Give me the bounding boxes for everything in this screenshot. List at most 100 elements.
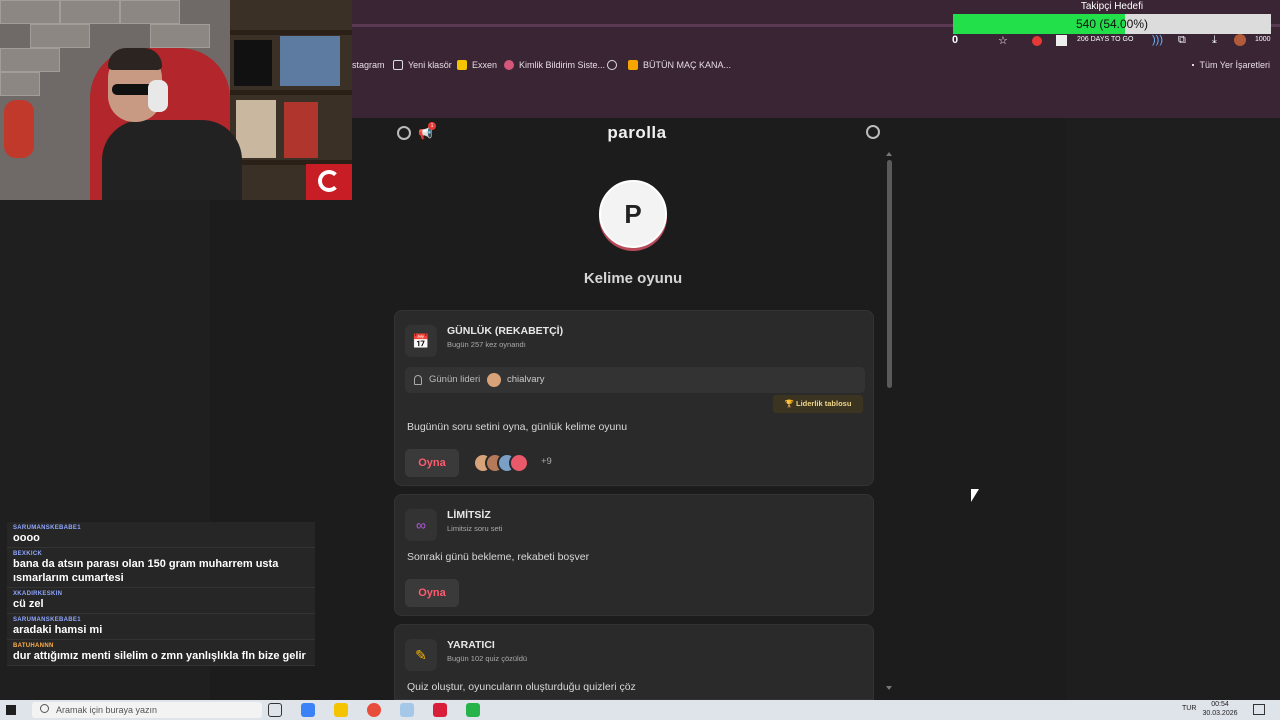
pencil-icon: ✎ xyxy=(405,639,437,671)
flag-crescent-icon xyxy=(318,170,340,192)
user-account-icon[interactable] xyxy=(866,125,880,139)
bookmark-label: Tüm Yer İşaretleri xyxy=(1199,60,1270,70)
bookmark-kimlik[interactable]: Kimlik Bildirim Siste... xyxy=(504,60,605,70)
windows-taskbar: Aramak için buraya yazın TUR 00:54 30.03… xyxy=(0,700,1280,720)
edge-icon[interactable] xyxy=(301,703,315,717)
chat-text: oooo xyxy=(13,532,40,544)
scroll-down-arrow-icon[interactable] xyxy=(886,686,892,690)
follower-goal-bar: 540 (54.00%) xyxy=(953,14,1271,34)
streamer-hair xyxy=(108,48,162,70)
daily-play-button[interactable]: Oyna xyxy=(405,449,459,477)
globe-icon xyxy=(607,60,617,70)
exxen-icon xyxy=(457,60,467,70)
chat-message: BEXKICK bana da atsın parası olan 150 gr… xyxy=(7,548,315,588)
wall-brick xyxy=(0,48,60,72)
star-icon[interactable]: ☆ xyxy=(998,34,1008,47)
task-view-icon[interactable] xyxy=(268,703,282,717)
search-icon xyxy=(40,704,49,713)
daily-leader-label: Günün lideri xyxy=(429,374,481,385)
chat-message: SARUMANSKEBABE1 oooo xyxy=(7,522,315,548)
page-scrollbar[interactable] xyxy=(884,152,894,692)
parolla-logo[interactable]: parolla xyxy=(582,123,692,143)
infinity-icon: ∞ xyxy=(405,509,437,541)
wall-brick xyxy=(0,72,40,96)
page-right-margin xyxy=(1066,118,1280,700)
extension-red-icon[interactable] xyxy=(1032,36,1042,46)
bookmark-mac-kanal[interactable]: BÜTÜN MAÇ KANA... xyxy=(628,60,731,70)
taskbar-search-input[interactable]: Aramak için buraya yazın xyxy=(32,702,262,718)
bookmark-globe[interactable] xyxy=(607,60,617,70)
game-avatar: P xyxy=(599,180,667,248)
scrollbar-thumb[interactable] xyxy=(887,160,892,388)
feather-icon xyxy=(504,60,514,70)
follower-count: 1000 xyxy=(1255,36,1271,43)
clock-date: 30.03.2026 xyxy=(1202,710,1238,717)
pin-icon xyxy=(414,375,422,385)
wall-brick xyxy=(120,0,180,24)
folder-icon xyxy=(1192,64,1195,66)
daily-leader-name[interactable]: chialvary xyxy=(507,374,545,385)
file-explorer-icon[interactable] xyxy=(334,703,348,717)
chat-text: aradaki hamsi mi xyxy=(13,624,103,636)
wall-brick xyxy=(0,0,60,24)
bookmark-label: BÜTÜN MAÇ KANA... xyxy=(643,60,732,70)
chat-text: dur attığımız menti silelim o zmn yanlış… xyxy=(13,650,306,662)
bookmark-all-folders[interactable]: Tüm Yer İşaretleri xyxy=(1192,60,1270,70)
browser-toolbar-right: 0 ☆ 206 DAYS TO GO ))) ⧉ ⤓ 1000 xyxy=(950,34,1280,50)
card-title: LİMİTSİZ xyxy=(447,509,491,521)
app-header: 📢 1 parolla xyxy=(382,118,892,148)
obs-icon[interactable] xyxy=(433,703,447,717)
parolla-page: 📢 1 parolla P Kelime oyunu 📅 GÜNLÜK (REK… xyxy=(382,118,1066,700)
follower-goal-title: Takipçi Hedefi xyxy=(1080,1,1144,12)
notification-center-icon[interactable] xyxy=(1253,704,1265,715)
unlimited-card: ∞ LİMİTSİZ Limitsiz soru seti Sonraki gü… xyxy=(394,494,874,616)
wall-brick xyxy=(30,24,90,48)
keyboard-language[interactable]: TUR xyxy=(1182,705,1196,712)
shelf-board xyxy=(230,90,352,95)
bookmark-exxen[interactable]: Exxen xyxy=(457,60,497,70)
kick-icon[interactable] xyxy=(466,703,480,717)
download-icon[interactable]: ⤓ xyxy=(1212,34,1217,47)
clock-time: 00:54 xyxy=(1211,701,1229,708)
player-avatar xyxy=(509,453,529,473)
shelf-board xyxy=(230,30,352,35)
bookmark-instagram[interactable]: stagram xyxy=(352,60,385,70)
leaderboard-button[interactable]: 🏆 Liderlik tablosu xyxy=(773,395,863,413)
profile-avatar[interactable] xyxy=(1234,34,1246,46)
chat-text: bana da atsın parası olan 150 gram muhar… xyxy=(13,558,279,584)
chat-message: SARUMANSKEBABE1 aradaki hamsi mi xyxy=(7,614,315,640)
extension-square-icon[interactable] xyxy=(1056,35,1067,46)
webcam-feed xyxy=(0,0,352,200)
puzzle-icon[interactable]: ⧉ xyxy=(1178,34,1186,47)
daily-leader-row: Günün lideri chialvary xyxy=(405,367,865,393)
bookmark-folder-yeni[interactable]: Yeni klasör xyxy=(393,60,452,70)
card-subtitle: Bugün 102 quiz çözüldü xyxy=(447,654,528,663)
leader-avatar xyxy=(487,373,501,387)
calendar-icon: 📅 xyxy=(405,325,437,357)
jp-icon xyxy=(628,60,638,70)
more-players-count: +9 xyxy=(541,456,552,467)
mouse-cursor-icon xyxy=(971,489,979,502)
wireless-icon[interactable]: ))) xyxy=(1152,34,1163,46)
chat-text: cü zel xyxy=(13,598,44,610)
page-subtitle: Kelime oyunu xyxy=(583,270,683,287)
card-description: Bugünün soru setini oyna, günlük kelime … xyxy=(407,421,628,433)
scroll-up-arrow-icon[interactable] xyxy=(886,152,892,156)
shelf-figures xyxy=(280,36,340,86)
days-to-go-badge: 206 DAYS TO GO xyxy=(1077,36,1134,43)
headset xyxy=(148,80,168,112)
notes-icon[interactable] xyxy=(400,703,414,717)
shelf-book xyxy=(236,100,276,158)
card-description: Sonraki günü bekleme, rekabeti boşver xyxy=(407,551,590,563)
windows-start-icon[interactable] xyxy=(6,705,16,715)
chat-overlay: SARUMANSKEBABE1 oooo BEXKICK bana da ats… xyxy=(7,522,315,666)
language-globe-icon[interactable] xyxy=(397,126,411,140)
streamer-body xyxy=(102,120,242,200)
card-description: Quiz oluştur, oyuncuların oluşturduğu qu… xyxy=(407,681,636,693)
chat-message: XKADIRKESKIN cü zel xyxy=(7,588,315,614)
folder-icon xyxy=(393,60,403,70)
toolbar-count: 0 xyxy=(952,34,959,46)
taskbar-clock[interactable]: 00:54 30.03.2026 xyxy=(1200,700,1240,718)
chrome-icon[interactable] xyxy=(367,703,381,717)
unlimited-play-button[interactable]: Oyna xyxy=(405,579,459,607)
